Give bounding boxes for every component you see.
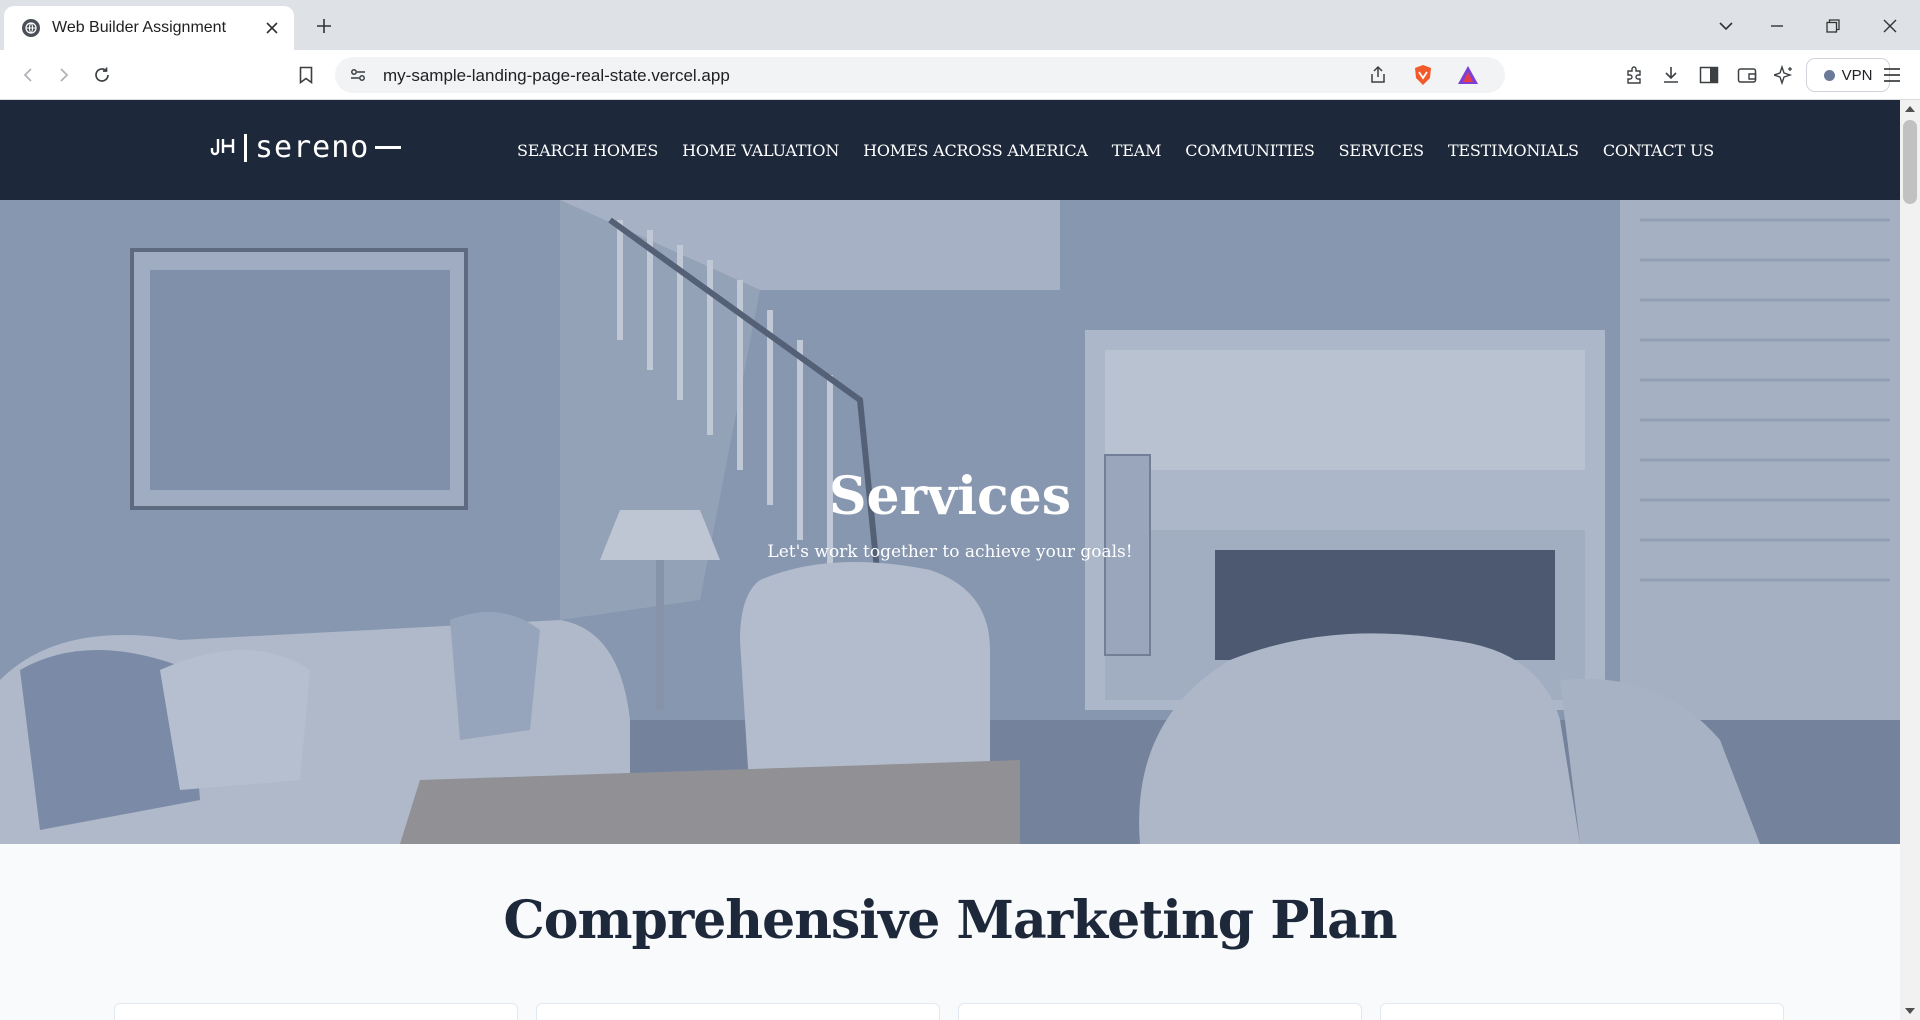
sidebar-icon[interactable] <box>1695 61 1723 89</box>
restore-icon[interactable] <box>1819 12 1847 40</box>
extensions-icon[interactable] <box>1620 61 1648 89</box>
logo-dash <box>375 146 402 149</box>
scrollbar-thumb[interactable] <box>1903 120 1917 204</box>
service-card <box>536 1003 940 1020</box>
hero-banner: Services Let's work together to achieve … <box>0 200 1900 844</box>
nav-home-valuation[interactable]: HOME VALUATION <box>670 141 851 160</box>
logo-wordmark: sereno <box>255 130 370 165</box>
site-logo[interactable]: sereno <box>210 130 402 165</box>
browser-tab[interactable]: Web Builder Assignment <box>4 6 294 50</box>
service-card <box>1380 1003 1784 1020</box>
new-tab-icon[interactable] <box>310 12 338 40</box>
brave-rewards-icon[interactable] <box>1457 65 1479 90</box>
share-icon[interactable] <box>1368 65 1388 90</box>
tab-title: Web Builder Assignment <box>52 19 227 36</box>
hero-title: Services <box>828 466 1072 527</box>
service-card <box>958 1003 1362 1020</box>
page-viewport: sereno SEARCH HOMES HOME VALUATION HOMES… <box>0 100 1900 1020</box>
logo-mark <box>210 134 236 161</box>
hero-subtitle: Let's work together to achieve your goal… <box>767 542 1133 562</box>
nav-search-homes[interactable]: SEARCH HOMES <box>505 141 670 160</box>
globe-icon <box>22 19 40 37</box>
nav-services[interactable]: SERVICES <box>1327 141 1436 160</box>
address-bar[interactable]: my-sample-landing-page-real-state.vercel… <box>335 57 1505 93</box>
logo-divider <box>244 133 247 162</box>
leo-ai-icon[interactable] <box>1770 61 1798 89</box>
brave-shields-icon[interactable] <box>1413 64 1433 91</box>
nav-team[interactable]: TEAM <box>1100 141 1174 160</box>
reload-icon[interactable] <box>88 61 116 89</box>
service-card <box>114 1003 518 1020</box>
menu-icon[interactable] <box>1878 61 1906 89</box>
browser-toolbar: my-sample-landing-page-real-state.vercel… <box>0 50 1920 100</box>
nav-testimonials[interactable]: TESTIMONIALS <box>1436 141 1591 160</box>
vpn-status-icon <box>1823 69 1835 81</box>
nav-homes-across-america[interactable]: HOMES ACROSS AMERICA <box>851 141 1100 160</box>
tab-search-chevron-icon[interactable] <box>1712 12 1740 40</box>
section-title: Comprehensive Marketing Plan <box>503 890 1397 951</box>
main-nav: SEARCH HOMES HOME VALUATION HOMES ACROSS… <box>505 100 1726 200</box>
minimize-icon[interactable] <box>1763 12 1791 40</box>
page-scrollbar[interactable] <box>1900 100 1920 1020</box>
close-window-icon[interactable] <box>1876 12 1904 40</box>
close-tab-icon[interactable] <box>262 18 282 38</box>
nav-contact-us[interactable]: CONTACT US <box>1591 141 1726 160</box>
forward-icon[interactable] <box>50 61 78 89</box>
back-icon[interactable] <box>14 61 42 89</box>
scroll-down-arrow-icon[interactable] <box>1905 1008 1915 1014</box>
nav-communities[interactable]: COMMUNITIES <box>1173 141 1326 160</box>
scroll-up-arrow-icon[interactable] <box>1905 106 1915 112</box>
bookmark-icon[interactable] <box>292 61 320 89</box>
vpn-label: VPN <box>1841 66 1873 84</box>
browser-tab-strip: Web Builder Assignment <box>0 0 1920 50</box>
downloads-icon[interactable] <box>1657 61 1685 89</box>
url-text: my-sample-landing-page-real-state.vercel… <box>383 66 730 85</box>
site-settings-icon[interactable] <box>349 66 367 89</box>
site-header: sereno SEARCH HOMES HOME VALUATION HOMES… <box>0 100 1900 200</box>
wallet-icon[interactable] <box>1733 61 1761 89</box>
